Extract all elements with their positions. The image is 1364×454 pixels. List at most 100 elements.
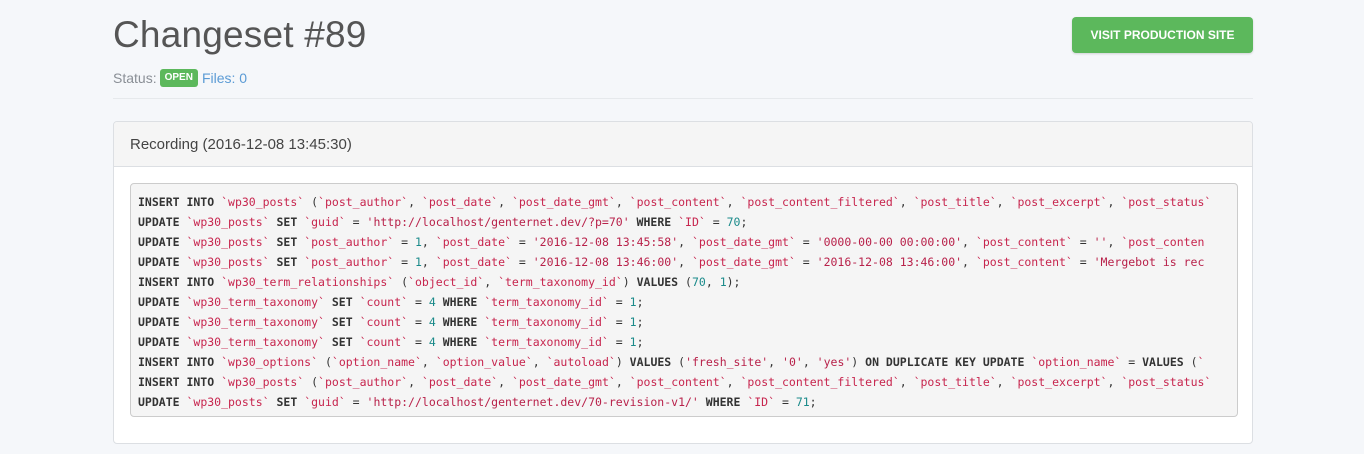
- sql-token: ,: [705, 275, 720, 289]
- sql-token: UPDATE: [138, 235, 187, 249]
- sql-token: `post_date_gmt`: [511, 375, 616, 389]
- sql-token: ,: [726, 375, 741, 389]
- sql-token: 'fresh_site': [685, 355, 769, 369]
- sql-token: INSERT INTO: [138, 195, 222, 209]
- sql-token: 1: [629, 335, 637, 349]
- sql-token: INSERT INTO: [138, 355, 222, 369]
- sql-token: `count`: [359, 315, 409, 329]
- sql-token: `object_id`: [408, 275, 485, 289]
- sql-token: `count`: [359, 335, 409, 349]
- sql-token: =: [608, 335, 630, 349]
- sql-token: `wp30_posts`: [186, 215, 270, 229]
- sql-token: =: [511, 235, 533, 249]
- sql-token: ,: [678, 235, 692, 249]
- sql-line: UPDATE `wp30_term_taxonomy` SET `count` …: [138, 332, 1237, 352]
- recording-panel: Recording (2016-12-08 13:45:30) INSERT I…: [113, 121, 1253, 444]
- sql-token: VALUES: [629, 355, 672, 369]
- sql-token: WHERE: [629, 215, 679, 229]
- sql-token: WHERE: [435, 315, 485, 329]
- sql-token: ,: [615, 195, 630, 209]
- sql-token: ,: [498, 195, 512, 209]
- sql-token: `ID`: [678, 215, 706, 229]
- sql-token: =: [408, 335, 429, 349]
- sql-token: =: [1072, 235, 1094, 249]
- sql-token: =: [408, 295, 429, 309]
- sql-token: `post_date`: [435, 235, 512, 249]
- sql-token: WHERE: [698, 395, 748, 409]
- sql-token: =: [1072, 255, 1094, 269]
- sql-token: =: [775, 395, 796, 409]
- sql-token: `post_title`: [913, 195, 997, 209]
- sql-code-block[interactable]: INSERT INTO `wp30_posts` (`post_author`,…: [130, 183, 1238, 417]
- sql-token: 70: [691, 275, 706, 289]
- sql-token: `post_date_gmt`: [692, 255, 796, 269]
- sql-token: 'http://localhost/genternet.dev/70-revis…: [366, 395, 699, 409]
- sql-token: `wp30_term_relationships`: [221, 275, 395, 289]
- sql-token: ,: [421, 255, 436, 269]
- sql-token: 1: [414, 235, 422, 249]
- sql-token: `post_content`: [629, 195, 727, 209]
- sql-token: `term_taxonomy_id`: [484, 335, 609, 349]
- sql-token: =: [394, 235, 415, 249]
- sql-token: (: [304, 375, 319, 389]
- sql-line: UPDATE `wp30_term_taxonomy` SET `count` …: [138, 312, 1237, 332]
- sql-token: `post_content_filtered`: [740, 375, 900, 389]
- sql-token: =: [345, 215, 367, 229]
- sql-token: '2016-12-08 13:45:58': [532, 235, 679, 249]
- sql-token: `wp30_posts`: [221, 375, 305, 389]
- sql-token: `post_date`: [421, 375, 499, 389]
- sql-token: `: [1197, 355, 1205, 369]
- sql-token: SET: [324, 315, 360, 329]
- status-line: Status: OPEN Files: 0: [113, 69, 247, 87]
- sql-token: `post_author`: [318, 375, 409, 389]
- sql-line: INSERT INTO `wp30_posts` (`post_author`,…: [138, 372, 1237, 392]
- sql-token: 70: [726, 215, 741, 229]
- status-badge: OPEN: [159, 69, 198, 87]
- sql-token: ;: [636, 335, 644, 349]
- sql-token: UPDATE: [138, 395, 187, 409]
- sql-token: `post_content`: [975, 235, 1073, 249]
- sql-token: `term_taxonomy_id`: [484, 295, 609, 309]
- sql-token: ,: [615, 375, 630, 389]
- sql-token: ,: [498, 375, 512, 389]
- page-title: Changeset #89: [113, 14, 367, 55]
- sql-line: INSERT INTO `wp30_term_relationships` (`…: [138, 272, 1237, 292]
- sql-token: =: [795, 235, 817, 249]
- sql-line: UPDATE `wp30_posts` SET `guid` = 'http:/…: [138, 212, 1237, 232]
- sql-token: ,: [996, 375, 1011, 389]
- visit-production-site-button[interactable]: VISIT PRODUCTION SITE: [1072, 17, 1253, 53]
- sql-token: UPDATE: [138, 295, 187, 309]
- sql-token: '0': [782, 355, 803, 369]
- sql-token: 4: [428, 315, 436, 329]
- sql-token: SET: [269, 235, 305, 249]
- sql-token: (: [304, 195, 319, 209]
- sql-token: SET: [324, 295, 360, 309]
- sql-token: UPDATE: [138, 335, 187, 349]
- sql-token: WHERE: [435, 335, 485, 349]
- sql-token: (: [1183, 355, 1198, 369]
- sql-token: '2016-12-08 13:46:00': [532, 255, 679, 269]
- sql-line: INSERT INTO `wp30_options` (`option_name…: [138, 352, 1237, 372]
- sql-token: ,: [408, 375, 422, 389]
- sql-token: `post_content`: [629, 375, 727, 389]
- sql-line: UPDATE `wp30_term_taxonomy` SET `count` …: [138, 292, 1237, 312]
- sql-token: `post_status`: [1121, 375, 1212, 389]
- sql-token: `guid`: [304, 395, 346, 409]
- sql-token: =: [608, 315, 630, 329]
- sql-token: ,: [532, 355, 547, 369]
- sql-token: `wp30_term_taxonomy`: [186, 295, 325, 309]
- sql-token: '0000-00-00 00:00:00': [816, 235, 963, 249]
- sql-token: ,: [678, 255, 692, 269]
- sql-token: 4: [428, 335, 436, 349]
- sql-token: ON DUPLICATE KEY UPDATE: [865, 355, 1032, 369]
- sql-token: =: [345, 395, 367, 409]
- sql-token: `ID`: [747, 395, 776, 409]
- sql-token: `count`: [359, 295, 409, 309]
- sql-token: `post_date_gmt`: [511, 195, 616, 209]
- sql-token: =: [511, 255, 533, 269]
- sql-token: (: [394, 275, 409, 289]
- sql-token: ): [622, 275, 637, 289]
- sql-token: `option_name`: [1031, 355, 1122, 369]
- files-link[interactable]: Files: 0: [202, 70, 247, 86]
- sql-token: ;: [740, 215, 748, 229]
